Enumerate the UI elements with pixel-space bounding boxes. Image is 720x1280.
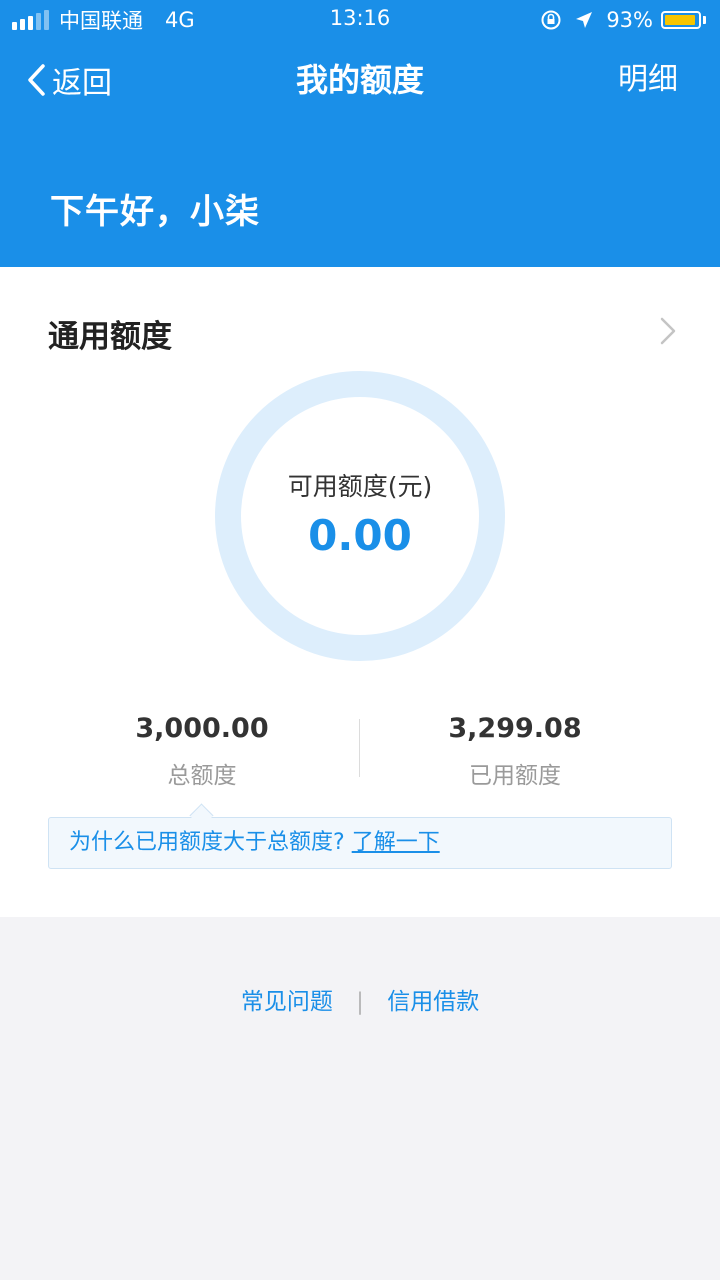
chevron-right-icon[interactable]: [660, 317, 676, 349]
details-button[interactable]: 明细: [618, 48, 678, 112]
status-right: 93%: [540, 6, 706, 34]
chevron-left-icon: [28, 64, 45, 96]
quota-card: 通用额度 可用额度(元) 0.00 3,000.00 总额度 3,299.08 …: [0, 267, 720, 917]
back-button[interactable]: 返回: [26, 48, 112, 112]
section-title: 通用额度: [48, 319, 172, 355]
rotation-lock-icon: [540, 9, 562, 31]
total-quota-label: 总额度: [167, 763, 237, 789]
location-arrow-icon: [574, 10, 594, 30]
used-quota-value: 3,299.08: [448, 713, 582, 744]
battery-icon: [661, 11, 706, 29]
quota-notice: 为什么已用额度大于总额度? 了解一下: [48, 817, 672, 869]
back-label: 返回: [52, 66, 112, 101]
total-quota-value: 3,000.00: [135, 713, 269, 744]
used-quota: 3,299.08 已用额度: [335, 713, 695, 790]
credit-loan-link[interactable]: 信用借款: [387, 989, 479, 1015]
battery-percent: 93%: [606, 8, 653, 32]
nav-bar: 返回 我的额度 明细: [0, 48, 720, 112]
notice-text: 为什么已用额度大于总额度?: [69, 830, 345, 855]
header: 中国联通 4G 13:16 93% 返回 我的额度 明细 下午好，小柒: [0, 0, 720, 267]
used-quota-label: 已用额度: [469, 763, 561, 789]
learn-more-link[interactable]: 了解一下: [352, 830, 440, 855]
footer-links: 常见问题 | 信用借款: [0, 982, 720, 1016]
total-quota: 3,000.00 总额度: [22, 713, 382, 790]
available-quota-label: 可用额度(元): [287, 472, 433, 501]
footer-separator: |: [356, 989, 364, 1015]
available-quota-value: 0.00: [308, 511, 412, 560]
faq-link[interactable]: 常见问题: [241, 989, 333, 1015]
greeting-text: 下午好，小柒: [50, 192, 260, 232]
status-bar: 中国联通 4G 13:16 93%: [0, 0, 720, 40]
